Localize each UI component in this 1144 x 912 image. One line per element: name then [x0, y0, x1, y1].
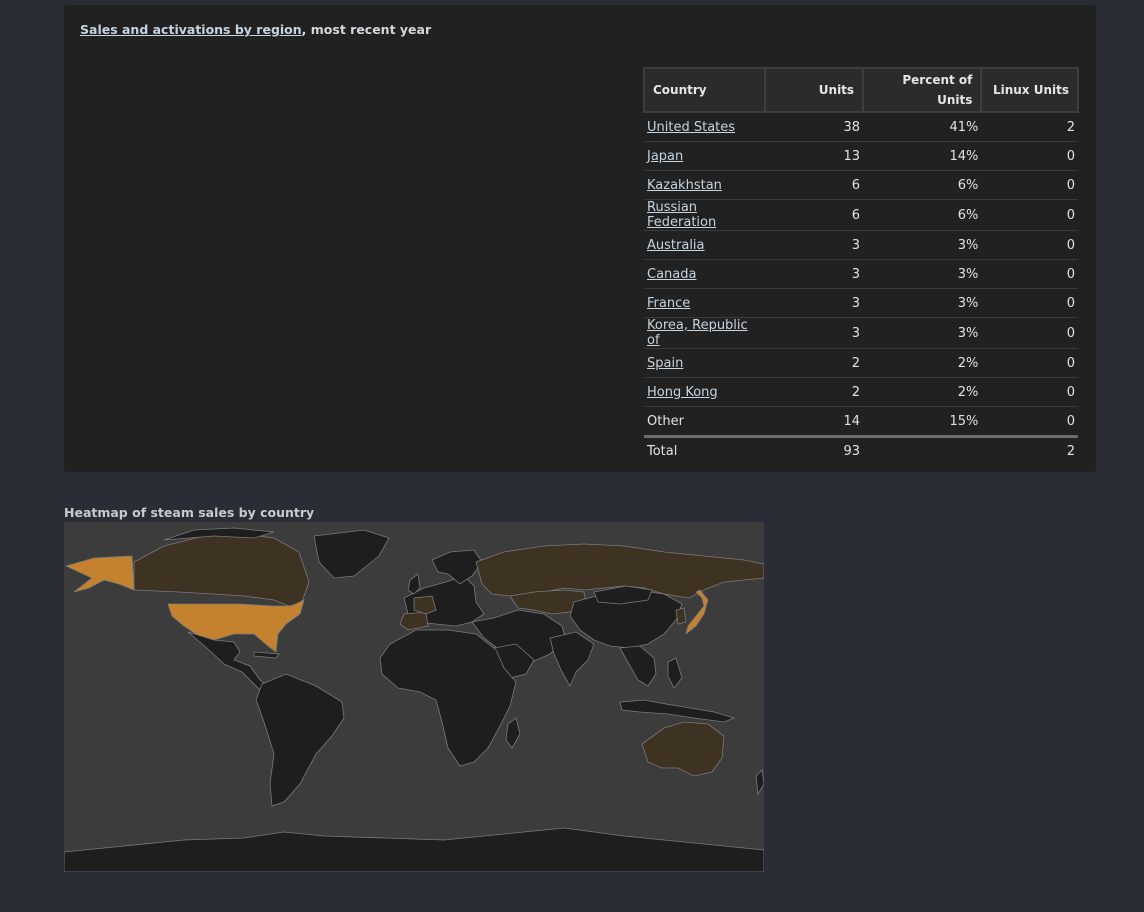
- sales-by-region-panel: Sales and activations by region, most re…: [64, 5, 1096, 472]
- total-percent: [863, 435, 982, 465]
- country-link[interactable]: France: [647, 296, 690, 311]
- sales-table: Country Units Percent of Units Linux Uni…: [643, 67, 1079, 465]
- table-row: Korea, Republic of 3 3% 0: [644, 317, 1078, 349]
- linux-units-cell: 0: [981, 199, 1078, 231]
- country-cell[interactable]: Russian Federation: [644, 199, 765, 231]
- units-cell: 14: [764, 406, 864, 437]
- table-row: Russian Federation 6 6% 0: [644, 199, 1078, 231]
- country-cell: Other: [644, 406, 765, 437]
- units-cell: 3: [764, 259, 864, 289]
- table-row: Australia 3 3% 0: [644, 230, 1078, 260]
- world-map-svg: [64, 522, 764, 872]
- table-row: Other 14 15% 0: [644, 406, 1078, 437]
- heatmap-title: Heatmap of steam sales by country: [64, 505, 315, 520]
- country-link[interactable]: United States: [647, 120, 735, 135]
- units-cell: 13: [764, 141, 864, 171]
- linux-units-cell: 0: [981, 348, 1078, 378]
- linux-units-cell: 0: [981, 377, 1078, 407]
- linux-units-cell: 0: [981, 259, 1078, 289]
- percent-cell: 15%: [863, 406, 982, 437]
- country-link[interactable]: Russian Federation: [647, 200, 716, 230]
- table-row: France 3 3% 0: [644, 288, 1078, 318]
- country-cell[interactable]: France: [644, 288, 765, 318]
- linux-units-cell: 0: [981, 141, 1078, 171]
- percent-cell: 2%: [863, 348, 982, 378]
- panel-title-suffix: , most recent year: [301, 22, 432, 37]
- percent-cell: 6%: [863, 199, 982, 231]
- linux-units-cell: 0: [981, 288, 1078, 318]
- country-cell[interactable]: United States: [644, 112, 765, 142]
- col-header-linux-units: Linux Units: [980, 67, 1079, 113]
- country-link[interactable]: Japan: [647, 149, 683, 164]
- units-cell: 38: [764, 112, 864, 142]
- country-link[interactable]: Hong Kong: [647, 385, 718, 400]
- country-france[interactable]: [413, 595, 437, 615]
- panel-title: Sales and activations by region, most re…: [80, 22, 431, 37]
- linux-units-cell: 0: [981, 317, 1078, 349]
- percent-cell: 2%: [863, 377, 982, 407]
- total-linux-units: 2: [981, 435, 1078, 465]
- table-row: United States 38 41% 2: [644, 112, 1078, 142]
- total-units: 93: [764, 435, 864, 465]
- table-row: Kazakhstan 6 6% 0: [644, 170, 1078, 200]
- linux-units-cell: 0: [981, 230, 1078, 260]
- country-link[interactable]: Kazakhstan: [647, 178, 722, 193]
- col-header-units: Units: [763, 67, 865, 113]
- units-cell: 6: [764, 199, 864, 231]
- table-row: Spain 2 2% 0: [644, 348, 1078, 378]
- country-link[interactable]: Spain: [647, 356, 683, 371]
- percent-cell: 3%: [863, 230, 982, 260]
- units-cell: 2: [764, 348, 864, 378]
- units-cell: 2: [764, 377, 864, 407]
- country-korea[interactable]: [675, 607, 687, 625]
- col-header-percent: Percent of Units: [862, 67, 983, 113]
- heatmap-map[interactable]: [64, 522, 764, 872]
- units-cell: 3: [764, 288, 864, 318]
- percent-cell: 41%: [863, 112, 982, 142]
- table-row: Canada 3 3% 0: [644, 259, 1078, 289]
- total-label: Total: [644, 435, 765, 465]
- linux-units-cell: 2: [981, 112, 1078, 142]
- country-cell[interactable]: Australia: [644, 230, 765, 260]
- country-cell[interactable]: Korea, Republic of: [644, 317, 765, 349]
- country-cell[interactable]: Spain: [644, 348, 765, 378]
- table-header-row: Country Units Percent of Units Linux Uni…: [643, 67, 1079, 113]
- linux-units-cell: 0: [981, 406, 1078, 437]
- country-link[interactable]: Canada: [647, 267, 696, 282]
- linux-units-cell: 0: [981, 170, 1078, 200]
- country-cell[interactable]: Kazakhstan: [644, 170, 765, 200]
- percent-cell: 3%: [863, 288, 982, 318]
- country-link[interactable]: Korea, Republic of: [647, 318, 748, 348]
- percent-cell: 14%: [863, 141, 982, 171]
- units-cell: 3: [764, 230, 864, 260]
- table-total-row: Total 93 2: [644, 435, 1078, 465]
- country-link[interactable]: Australia: [647, 238, 705, 253]
- country-cell[interactable]: Hong Kong: [644, 377, 765, 407]
- table-row: Japan 13 14% 0: [644, 141, 1078, 171]
- percent-cell: 3%: [863, 317, 982, 349]
- country-cell[interactable]: Japan: [644, 141, 765, 171]
- percent-cell: 6%: [863, 170, 982, 200]
- col-header-country: Country: [643, 67, 766, 113]
- table-row: Hong Kong 2 2% 0: [644, 377, 1078, 407]
- country-cell[interactable]: Canada: [644, 259, 765, 289]
- units-cell: 3: [764, 317, 864, 349]
- sales-by-region-link[interactable]: Sales and activations by region: [80, 22, 302, 37]
- units-cell: 6: [764, 170, 864, 200]
- percent-cell: 3%: [863, 259, 982, 289]
